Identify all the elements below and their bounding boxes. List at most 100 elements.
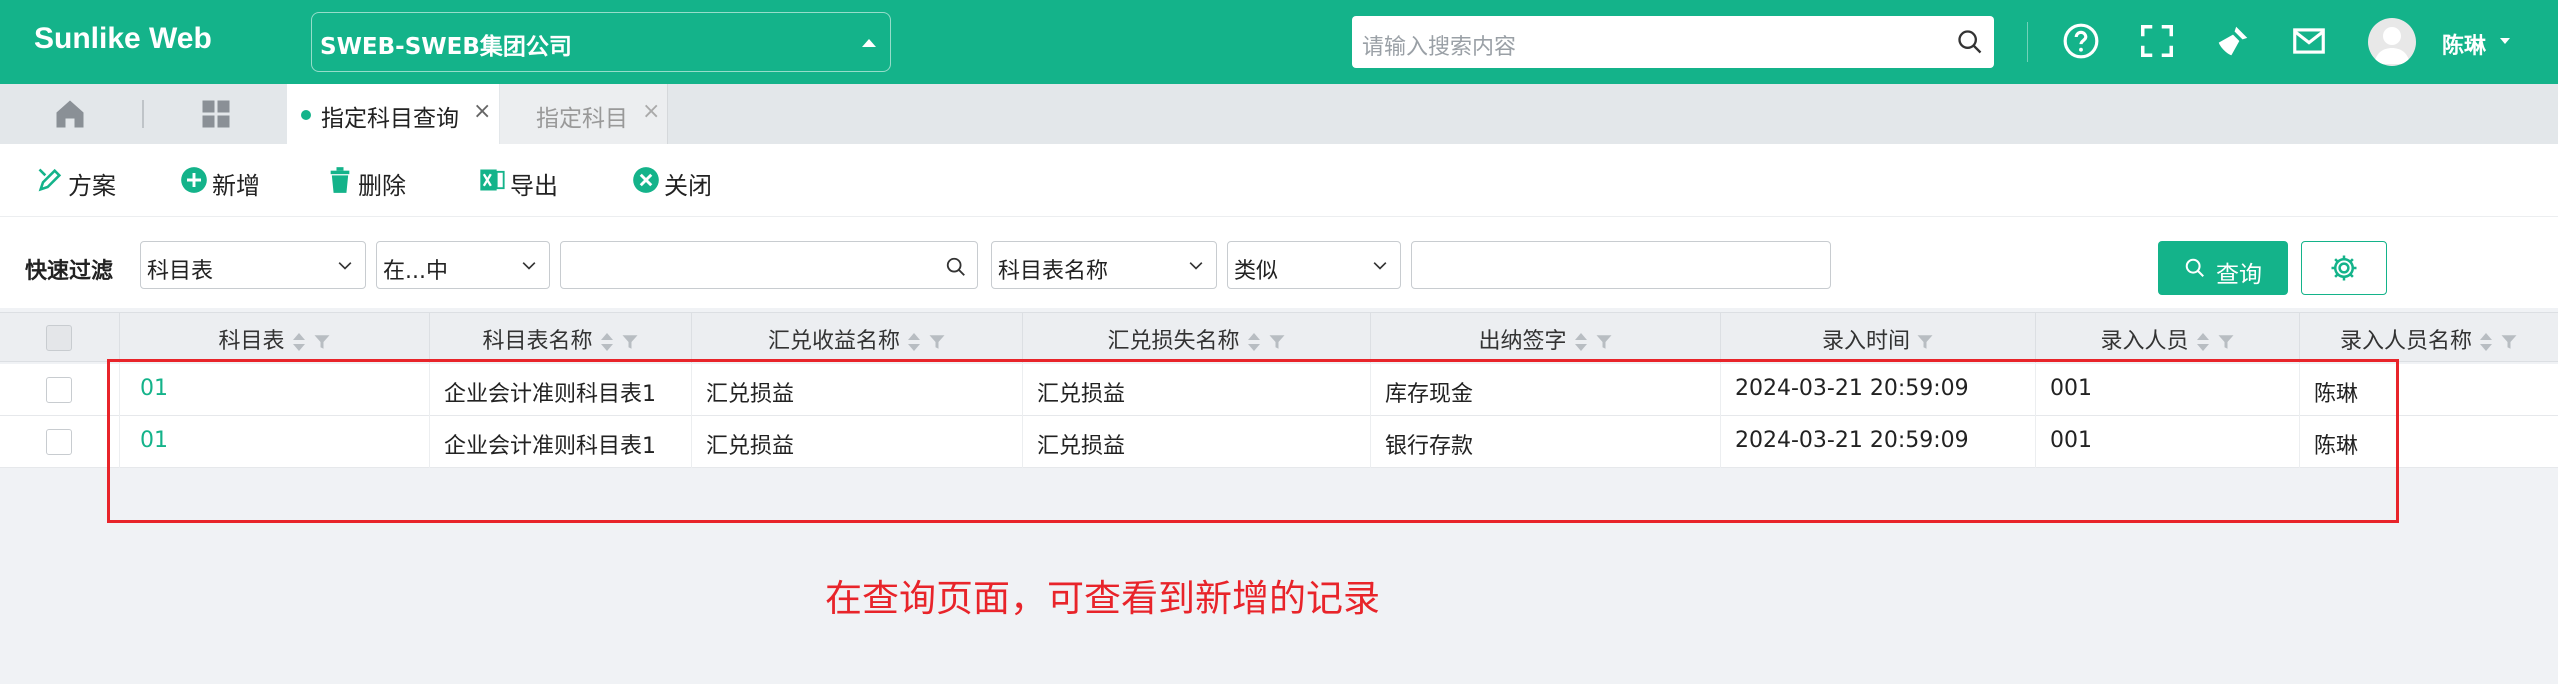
delete-button[interactable]: 删除	[326, 164, 416, 200]
edit-plan-icon	[38, 168, 62, 192]
filter-operator-select-1[interactable]: 在...中	[376, 241, 550, 289]
chevron-down-icon	[522, 262, 536, 270]
settings-button[interactable]	[2301, 241, 2387, 295]
filter-field-select-2[interactable]: 科目表名称	[991, 241, 1217, 289]
filter-operator-select-2[interactable]: 类似	[1227, 241, 1401, 289]
tab-account[interactable]: 指定科目 ×	[500, 84, 668, 144]
filter-icon[interactable]	[2500, 333, 2518, 351]
sort-icon[interactable]	[2195, 330, 2211, 354]
apps-grid-icon[interactable]	[198, 96, 234, 132]
trash-icon	[330, 167, 350, 193]
sort-icon[interactable]	[906, 330, 922, 354]
filter-icon[interactable]	[1268, 333, 1286, 351]
selected-value: 科目表	[147, 259, 214, 284]
mail-icon[interactable]	[2290, 22, 2328, 60]
row-select-cell	[0, 416, 120, 468]
column-label: 科目表	[218, 329, 285, 354]
filter-value-input-2[interactable]	[1411, 241, 1831, 289]
header-select-all	[0, 313, 120, 363]
caret-down-icon[interactable]	[2500, 38, 2510, 44]
tab-divider	[142, 100, 144, 128]
add-button[interactable]: 新增	[180, 164, 270, 200]
filter-icon[interactable]	[1595, 333, 1613, 351]
search-placeholder: 请输入搜索内容	[1362, 35, 1517, 60]
filter-icon[interactable]	[1916, 333, 1934, 351]
column-header[interactable]: 录入人员	[2036, 313, 2300, 363]
plan-label: 方案	[68, 172, 116, 200]
sort-icon[interactable]	[1573, 330, 1589, 354]
tab-label: 指定科目查询	[321, 106, 459, 132]
filter-icon[interactable]	[621, 333, 639, 351]
close-icon[interactable]: ×	[473, 99, 491, 124]
company-selector[interactable]: SWEB-SWEB集团公司	[311, 12, 891, 72]
column-header[interactable]: 科目表名称	[430, 313, 692, 363]
column-header[interactable]: 录入人员名称	[2300, 313, 2558, 363]
excel-icon	[480, 169, 505, 191]
action-toolbar: 方案 新增 删除 导出 关闭	[0, 144, 2558, 216]
column-label: 汇兑损失名称	[1107, 329, 1240, 354]
user-name[interactable]: 陈琳	[2442, 28, 2486, 60]
avatar-person-icon	[2374, 27, 2410, 64]
close-circle-icon	[633, 167, 659, 193]
column-header[interactable]: 录入时间	[1721, 313, 2036, 363]
add-label: 新增	[212, 172, 260, 200]
column-label: 科目表名称	[482, 329, 593, 354]
column-header[interactable]: 汇兑损失名称	[1023, 313, 1371, 363]
export-button[interactable]: 导出	[478, 164, 568, 200]
sort-icon[interactable]	[291, 330, 307, 354]
close-icon[interactable]: ×	[642, 99, 660, 124]
sort-icon[interactable]	[599, 330, 615, 354]
sort-icon[interactable]	[1246, 330, 1262, 354]
tab-account-query[interactable]: 指定科目查询 ×	[287, 84, 499, 144]
fullscreen-icon[interactable]	[2138, 22, 2176, 60]
close-label: 关闭	[664, 172, 712, 200]
chevron-down-icon	[1373, 262, 1387, 270]
tab-bar: 指定科目查询 × 指定科目 ×	[0, 84, 2558, 144]
column-label: 录入时间	[1821, 329, 1910, 354]
column-header[interactable]: 科目表	[120, 313, 430, 363]
filter-icon[interactable]	[928, 333, 946, 351]
tab-label: 指定科目	[536, 106, 628, 132]
row-checkbox[interactable]	[46, 377, 72, 403]
selected-value: 在...中	[383, 259, 448, 284]
select-all-checkbox[interactable]	[46, 325, 72, 351]
filter-field-select-1[interactable]: 科目表	[140, 241, 366, 289]
home-icon[interactable]	[52, 96, 88, 132]
chevron-down-icon	[338, 262, 352, 270]
filter-icon[interactable]	[313, 333, 331, 351]
sort-icon[interactable]	[2478, 330, 2494, 354]
column-header[interactable]: 汇兑收益名称	[692, 313, 1023, 363]
export-label: 导出	[510, 172, 558, 200]
top-header: Sunlike Web SWEB-SWEB集团公司 请输入搜索内容 陈琳	[0, 0, 2558, 84]
company-name: SWEB-SWEB集团公司	[320, 34, 572, 60]
search-icon[interactable]	[945, 256, 967, 278]
query-button[interactable]: 查询	[2158, 241, 2288, 295]
column-label: 汇兑收益名称	[767, 329, 900, 354]
chevron-down-icon	[1189, 262, 1203, 270]
quick-filter-label: 快速过滤	[25, 259, 114, 284]
selected-value: 科目表名称	[998, 259, 1109, 284]
quick-filter-bar: 快速过滤 科目表 在...中 科目表名称 类似 查询	[0, 216, 2558, 308]
plus-circle-icon	[181, 167, 207, 193]
caret-up-icon	[862, 39, 876, 47]
header-divider	[2027, 22, 2028, 62]
grid-header: 科目表 科目表名称 汇兑收益名称 汇兑损失名称 出纳签字 录入时间 录入人员 录…	[0, 312, 2558, 363]
brand-logo: Sunlike Web	[34, 22, 212, 55]
filter-icon[interactable]	[2217, 333, 2235, 351]
user-avatar[interactable]	[2368, 18, 2416, 66]
column-label: 录入人员	[2100, 329, 2189, 354]
row-checkbox[interactable]	[46, 429, 72, 455]
selected-value: 类似	[1234, 259, 1279, 284]
help-icon[interactable]	[2062, 22, 2100, 60]
column-label: 出纳签字	[1478, 329, 1567, 354]
column-header[interactable]: 出纳签字	[1371, 313, 1721, 363]
close-button[interactable]: 关闭	[632, 164, 722, 200]
search-icon[interactable]	[1956, 28, 1984, 56]
filter-value-input-1[interactable]	[560, 241, 978, 289]
gear-icon	[2331, 255, 2357, 281]
query-label: 查询	[2216, 262, 2262, 288]
global-search-input[interactable]: 请输入搜索内容	[1352, 16, 1994, 68]
clean-brush-icon[interactable]	[2214, 22, 2252, 60]
plan-button[interactable]: 方案	[36, 164, 126, 200]
row-select-cell	[0, 364, 120, 416]
